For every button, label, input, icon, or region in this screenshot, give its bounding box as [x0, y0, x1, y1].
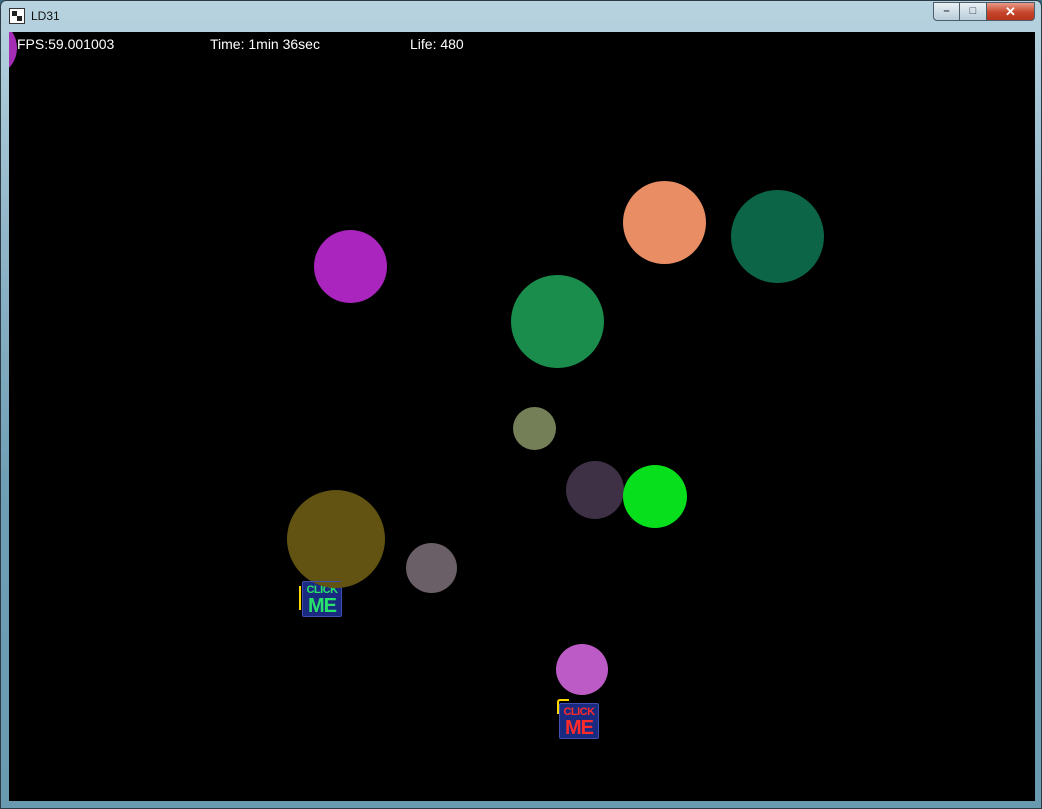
ball-dark-green[interactable] — [731, 190, 824, 283]
ball-olive-small[interactable] — [513, 407, 556, 450]
ball-olive-large[interactable] — [287, 490, 385, 588]
elapsed-time: Time: 1min 36sec — [210, 36, 320, 52]
ball-purple[interactable] — [314, 230, 387, 303]
minimize-button[interactable]: – — [933, 2, 960, 21]
ball-grey-mauve[interactable] — [406, 543, 457, 593]
ball-salmon[interactable] — [623, 181, 706, 264]
maximize-icon: □ — [969, 5, 977, 17]
ball-orchid[interactable] — [556, 644, 608, 695]
close-button[interactable]: ✕ — [986, 2, 1035, 21]
close-icon: ✕ — [1005, 4, 1016, 19]
game-app-icon[interactable] — [9, 8, 25, 24]
title-bar[interactable]: LD31 – □ ✕ — [1, 1, 1041, 32]
click-me-bracket — [299, 586, 305, 610]
click-me-bracket — [557, 699, 569, 714]
ball-magenta-edge[interactable] — [9, 32, 17, 72]
minimize-icon: – — [943, 5, 950, 17]
fps-counter: FPS:59.001003 — [17, 36, 115, 52]
life-counter: Life: 480 — [410, 36, 464, 52]
click-me-label-me: ME — [308, 595, 337, 617]
window-title: LD31 — [31, 9, 60, 23]
ball-dark-purple[interactable] — [566, 461, 624, 519]
ball-green[interactable] — [511, 275, 604, 368]
maximize-button[interactable]: □ — [959, 2, 987, 21]
click-me-label-me: ME — [565, 717, 594, 739]
game-window: LD31 – □ ✕ FPS:59.001003 Time: 1min 36se… — [0, 0, 1042, 809]
ball-bright-green[interactable] — [623, 465, 687, 528]
game-canvas[interactable]: FPS:59.001003 Time: 1min 36sec Life: 480… — [9, 32, 1035, 801]
